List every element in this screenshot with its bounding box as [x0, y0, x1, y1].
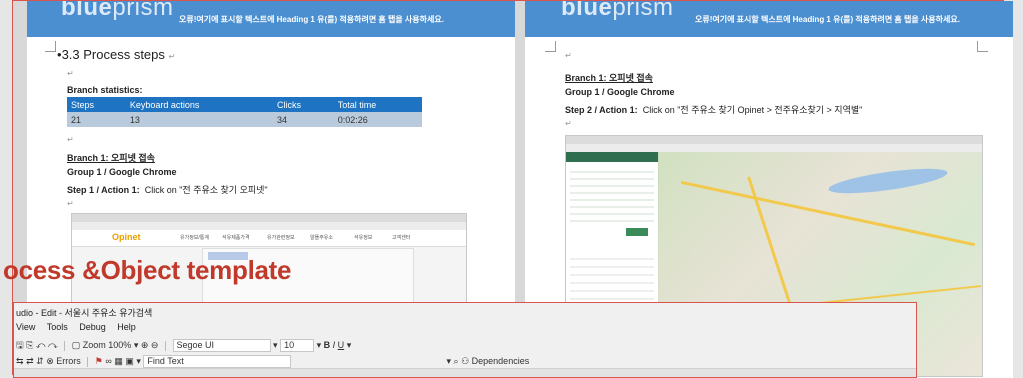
font-name-select[interactable]: Segoe UI — [172, 339, 271, 353]
errors-icon: ⊗ — [46, 355, 54, 366]
browser-address-bar — [72, 222, 466, 230]
dependencies-button[interactable]: Dependencies — [472, 356, 530, 366]
sidebar-search-button — [626, 228, 648, 236]
toolbar-separator — [64, 340, 66, 351]
document-viewer: blueprism 오류!여기에 표시할 텍스트에 Heading 1 유(를)… — [3, 0, 1013, 378]
chevron-down-icon[interactable]: ▾ — [136, 356, 141, 366]
errors-button[interactable]: Errors — [56, 356, 81, 366]
toolbar-tools: ⇆ ⇄ ⇵ ⊗ Errors ⚑ ∞ ▦ ▣ ▾ Find Text ▾ ⌕ ⚇… — [16, 355, 529, 368]
browser-tab-bar — [566, 136, 982, 144]
blueprism-logo: blueprism — [561, 1, 674, 21]
paragraph-mark: ↵ — [67, 69, 74, 78]
window-title: udio - Edit - 서울시 주유소 유가검색 — [16, 308, 153, 318]
paragraph-mark: ↵ — [565, 51, 572, 60]
margin-corner-mark — [545, 41, 556, 52]
menu-view[interactable]: View — [16, 322, 35, 332]
redo-icon[interactable]: ↷ — [48, 340, 58, 350]
paragraph-mark: ↵ — [67, 135, 74, 144]
menu-tools[interactable]: Tools — [47, 322, 68, 332]
map-road — [680, 180, 976, 247]
page-header: blueprism 오류!여기에 표시할 텍스트에 Heading 1 유(를)… — [27, 1, 515, 37]
watch-icon[interactable]: ∞ — [105, 356, 111, 366]
branch-stats-label: Branch statistics: — [67, 85, 143, 95]
blueprism-logo: blueprism — [61, 1, 174, 21]
table-header-steps: Steps — [67, 97, 126, 112]
font-size-select[interactable]: 10 — [280, 339, 315, 353]
stage-icon[interactable]: ⇄ — [26, 356, 34, 366]
chevron-down-icon[interactable]: ▾ — [317, 340, 322, 350]
chevron-down-icon[interactable]: ▾ — [446, 356, 451, 366]
flag-icon[interactable]: ⚑ — [95, 356, 103, 366]
step-line: Step 2 / Action 1: Click on "전 주유소 찾기 Op… — [565, 105, 863, 115]
toolbar-separator — [164, 340, 166, 351]
toolbar-formatting: 🖫 ⎘ ↶ ↷ ▢ Zoom 100% ▾ ⊕ ⊖ Segoe UI ▾ 10 … — [16, 338, 351, 354]
browser-address-bar — [566, 144, 982, 152]
branch-stats-table: Steps Keyboard actions Clicks Total time… — [67, 97, 422, 127]
header-message: 오류!여기에 표시할 텍스트에 Heading 1 유(를) 적용하려면 홈 탭… — [695, 15, 960, 24]
zoom-icon: ▢ — [71, 340, 81, 350]
menu-bar: View Tools Debug Help — [16, 322, 145, 332]
zoom-label: Zoom — [82, 340, 106, 350]
underline-button[interactable]: U — [338, 340, 345, 350]
site-nav-item: 석유제품가격 — [222, 235, 250, 241]
margin-corner-mark — [977, 41, 988, 52]
grid-icon[interactable]: ▦ — [114, 356, 123, 366]
browser-tab-bar — [72, 214, 466, 222]
studio-window: udio - Edit - 서울시 주유소 유가검색 View Tools De… — [13, 302, 917, 378]
table-header-keyboard: Keyboard actions — [125, 97, 273, 112]
step-line: Step 1 / Action 1: Click on "전 주유소 찾기 오피… — [67, 185, 268, 195]
toolbar-separator — [87, 356, 89, 367]
table-cell: 21 — [67, 112, 126, 127]
canvas-top-strip — [14, 368, 916, 377]
table-header-clicks: Clicks — [272, 97, 334, 112]
copy-icon[interactable]: ⎘ — [26, 340, 33, 350]
section-title: •3.3 Process steps ↵ — [57, 47, 176, 62]
group-label: Group 1 / Google Chrome — [565, 87, 675, 97]
site-nav-item: 유가관련정보 — [267, 235, 295, 241]
window-icon[interactable]: ▣ — [125, 356, 134, 366]
chevron-down-icon[interactable]: ▾ — [347, 340, 352, 350]
paragraph-mark: ↵ — [565, 119, 572, 128]
header-message: 오류!여기에 표시할 텍스트에 Heading 1 유(를) 적용하려면 홈 탭… — [179, 15, 444, 24]
branch-title: Branch 1: 오피넷 접속 — [565, 73, 653, 83]
sidebar-options — [570, 166, 654, 222]
site-nav-item: 고객센터 — [392, 235, 411, 241]
italic-button[interactable]: I — [333, 340, 336, 350]
save-icon[interactable]: 🖫 — [16, 340, 24, 350]
overlay-title: ocess &Object template — [3, 255, 292, 285]
chevron-down-icon[interactable]: ▾ — [134, 340, 139, 350]
opinet-logo: Opinet — [112, 232, 141, 242]
binoculars-icon[interactable]: ⌕ — [454, 356, 459, 366]
zoom-value[interactable]: 100% — [108, 340, 131, 350]
stage-icon[interactable]: ⇵ — [36, 356, 44, 366]
margin-corner-mark — [45, 41, 56, 52]
site-nav-item: 유가정보/통계 — [180, 235, 209, 241]
site-nav-item: 석유정보 — [354, 235, 373, 241]
table-cell: 13 — [125, 112, 273, 127]
menu-debug[interactable]: Debug — [79, 322, 106, 332]
sidebar-tabs — [566, 152, 658, 162]
table-cell: 34 — [272, 112, 334, 127]
undo-icon[interactable]: ↶ — [36, 340, 46, 350]
paragraph-mark: ↵ — [67, 199, 74, 208]
table-row: 21 13 34 0:02:26 — [67, 112, 422, 127]
table-cell: 0:02:26 — [333, 112, 422, 127]
zoom-in-icon[interactable]: ⊕ — [141, 340, 149, 350]
site-nav-item: 알뜰주유소 — [310, 235, 334, 241]
menu-help[interactable]: Help — [117, 322, 136, 332]
chevron-down-icon[interactable]: ▾ — [273, 340, 278, 350]
zoom-out-icon[interactable]: ⊖ — [151, 340, 159, 350]
find-text-input[interactable]: Find Text — [143, 355, 292, 368]
dependencies-icon: ⚇ — [461, 355, 470, 366]
link-icon[interactable]: ⇆ — [16, 356, 24, 366]
bold-button[interactable]: B — [324, 340, 331, 350]
table-header-total-time: Total time — [333, 97, 422, 112]
group-label: Group 1 / Google Chrome — [67, 167, 177, 177]
map-river — [827, 163, 949, 199]
page-header: blueprism 오류!여기에 표시할 텍스트에 Heading 1 유(를)… — [525, 1, 1013, 37]
branch-title: Branch 1: 오피넷 접속 — [67, 153, 155, 163]
